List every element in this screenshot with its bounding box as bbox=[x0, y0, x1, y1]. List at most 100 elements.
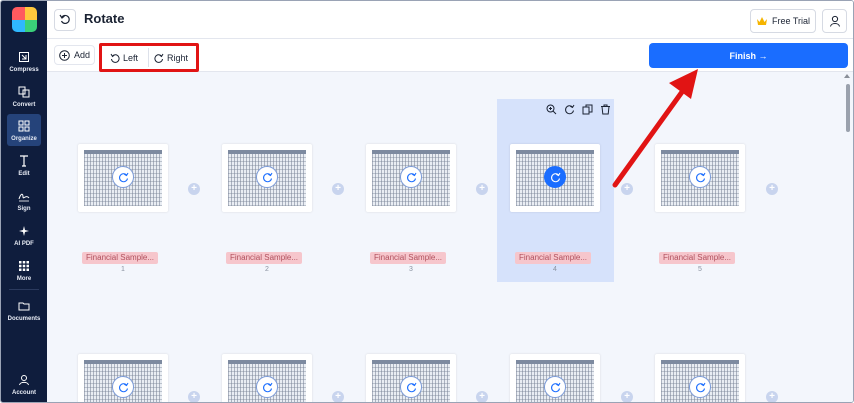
rotate-left-icon bbox=[110, 53, 120, 63]
rotate-page-icon[interactable] bbox=[112, 376, 134, 398]
add-label: Add bbox=[74, 50, 91, 60]
page-card-5[interactable] bbox=[655, 144, 745, 212]
sidebar-item-convert[interactable]: Convert bbox=[1, 80, 47, 112]
duplicate-icon[interactable] bbox=[580, 102, 594, 116]
rotate-page-icon[interactable] bbox=[256, 376, 278, 398]
sidebar-item-more[interactable]: More bbox=[1, 254, 47, 286]
insert-page-button[interactable]: + bbox=[188, 391, 200, 402]
header: Rotate Free Trial bbox=[47, 1, 853, 39]
sidebar-item-compress[interactable]: Compress bbox=[1, 45, 47, 77]
page-file-label: Financial Sample... bbox=[370, 252, 447, 264]
page-number: 1 bbox=[121, 266, 125, 273]
rotate-controls-highlight: Left Right bbox=[99, 43, 199, 72]
sidebar-item-label: Account bbox=[12, 389, 36, 396]
sidebar-item-edit[interactable]: Edit bbox=[1, 149, 47, 181]
scroll-up-arrow[interactable] bbox=[844, 74, 850, 78]
sidebar-divider bbox=[9, 289, 39, 290]
page-card-8[interactable] bbox=[366, 354, 456, 402]
rotate-page-icon[interactable] bbox=[689, 166, 711, 188]
compress-icon bbox=[17, 50, 31, 64]
more-icon bbox=[17, 259, 31, 273]
insert-page-button[interactable]: + bbox=[621, 391, 633, 402]
page-file-label: Financial Sample... bbox=[82, 252, 159, 264]
app-logo[interactable] bbox=[12, 7, 37, 32]
rotate-page-icon[interactable] bbox=[256, 166, 278, 188]
sidebar-item-documents[interactable]: Documents bbox=[1, 294, 47, 326]
insert-page-button[interactable]: + bbox=[476, 391, 488, 402]
organize-icon bbox=[17, 119, 31, 133]
page-file-label: Financial Sample... bbox=[515, 252, 592, 264]
insert-page-button[interactable]: + bbox=[332, 391, 344, 402]
page-tools bbox=[544, 102, 612, 116]
sidebar-item-account[interactable]: Account bbox=[1, 368, 47, 400]
rotate-right-icon bbox=[154, 53, 164, 63]
sidebar-item-organize[interactable]: Organize bbox=[7, 114, 41, 146]
trash-icon[interactable] bbox=[598, 102, 612, 116]
rotate-right-button[interactable]: Right bbox=[154, 49, 188, 66]
insert-page-button[interactable]: + bbox=[766, 391, 778, 402]
insert-page-button[interactable]: + bbox=[332, 183, 344, 195]
account-icon bbox=[17, 373, 31, 387]
user-icon bbox=[829, 15, 840, 27]
toolbar-divider bbox=[148, 48, 149, 67]
rotate-page-icon[interactable] bbox=[544, 376, 566, 398]
rotate-right-label: Right bbox=[167, 52, 189, 63]
page-card-1[interactable] bbox=[78, 144, 168, 212]
sidebar-item-label: AI PDF bbox=[14, 240, 34, 247]
crown-icon bbox=[756, 17, 767, 25]
page-card-2[interactable] bbox=[222, 144, 312, 212]
sidebar-item-label: Organize bbox=[11, 135, 37, 142]
rotate-page-icon[interactable] bbox=[400, 166, 422, 188]
rotate-left-button[interactable]: Left bbox=[110, 49, 138, 66]
sidebar-item-label: Compress bbox=[9, 66, 39, 73]
page-number: 5 bbox=[698, 266, 702, 273]
plus-circle-icon bbox=[59, 49, 70, 61]
sidebar-item-sign[interactable]: Sign bbox=[1, 184, 47, 216]
edit-icon bbox=[17, 154, 31, 168]
back-button[interactable] bbox=[54, 9, 76, 31]
insert-page-button[interactable]: + bbox=[188, 183, 200, 195]
page-card-3[interactable] bbox=[366, 144, 456, 212]
sidebar: Compress Convert Organize Edit Sign AI P… bbox=[1, 1, 47, 402]
sign-icon bbox=[17, 189, 31, 203]
zoom-icon[interactable] bbox=[544, 102, 558, 116]
page-card-4[interactable] bbox=[510, 144, 600, 212]
free-trial-label: Free Trial bbox=[771, 16, 810, 26]
page-card-9[interactable] bbox=[510, 354, 600, 402]
insert-page-button[interactable]: + bbox=[476, 183, 488, 195]
page-grid: + + + + + Financial Sample... 1 Financia… bbox=[47, 72, 853, 402]
add-button[interactable]: Add bbox=[54, 45, 96, 65]
sidebar-item-label: Sign bbox=[17, 205, 31, 212]
page-number: 4 bbox=[553, 266, 557, 273]
rotate-page-icon[interactable] bbox=[112, 166, 134, 188]
app-window: Compress Convert Organize Edit Sign AI P… bbox=[0, 0, 854, 403]
insert-page-button[interactable]: + bbox=[766, 183, 778, 195]
insert-page-button[interactable]: + bbox=[621, 183, 633, 195]
sidebar-item-ai-pdf[interactable]: AI PDF bbox=[1, 219, 47, 251]
page-file-label: Financial Sample... bbox=[659, 252, 736, 264]
toolbar: Add Left Right Finish → bbox=[47, 39, 853, 72]
page-number: 3 bbox=[409, 266, 413, 273]
page-number: 2 bbox=[265, 266, 269, 273]
free-trial-button[interactable]: Free Trial bbox=[750, 9, 816, 33]
page-card-7[interactable] bbox=[222, 354, 312, 402]
finish-label: Finish → bbox=[729, 50, 768, 61]
page-card-6[interactable] bbox=[78, 354, 168, 402]
finish-button[interactable]: Finish → bbox=[649, 43, 848, 68]
sidebar-item-label: Convert bbox=[12, 101, 36, 108]
sidebar-item-label: More bbox=[16, 275, 32, 282]
undo-icon bbox=[59, 14, 70, 25]
convert-icon bbox=[17, 85, 31, 99]
rotate-page-icon[interactable] bbox=[689, 376, 711, 398]
rotate-page-icon[interactable] bbox=[400, 376, 422, 398]
sidebar-item-label: Edit bbox=[18, 170, 30, 177]
sidebar-item-label: Documents bbox=[7, 315, 41, 322]
rotate-page-icon[interactable] bbox=[562, 102, 576, 116]
user-button[interactable] bbox=[822, 9, 847, 33]
page-card-10[interactable] bbox=[655, 354, 745, 402]
scrollbar[interactable] bbox=[846, 84, 850, 132]
rotate-page-icon[interactable] bbox=[544, 166, 566, 188]
ai-pdf-icon bbox=[17, 224, 31, 238]
page-file-label: Financial Sample... bbox=[226, 252, 303, 264]
rotate-left-label: Left bbox=[123, 52, 139, 63]
